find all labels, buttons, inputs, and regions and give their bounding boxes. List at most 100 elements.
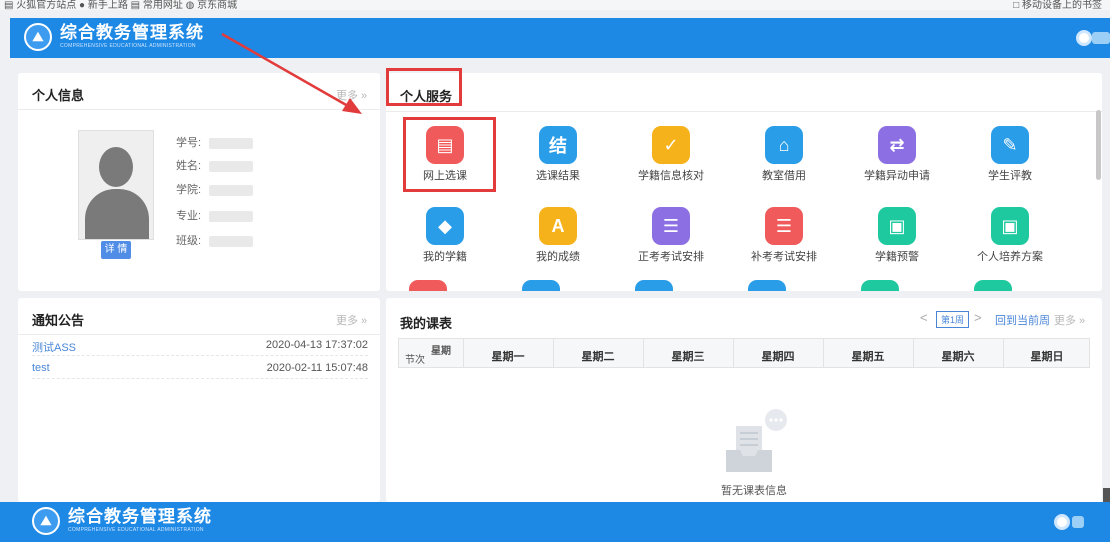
service-icon-partial[interactable] (409, 280, 447, 291)
notice-title[interactable]: 测试ASS (32, 339, 76, 355)
service-classroom[interactable]: ⌂ 教室借用 (729, 126, 839, 183)
service-status-check[interactable]: ✓ 学籍信息核对 (616, 126, 726, 183)
notice-title[interactable]: test (32, 362, 50, 374)
personal-info-panel: 个人信息 更多 » 详 情 学号: 姓名: 学院: 专业: 班级: (18, 73, 380, 291)
grades-icon: A (539, 207, 577, 245)
service-label: 个人培养方案 (977, 251, 1043, 263)
status-warning-icon: ▣ (878, 207, 916, 245)
bookmark-bar: ▤ 火狐官方站点 ● 新手上路 ▤ 常用网址 ◍ 京东商城 □ 移动设备上的书签 (0, 0, 1110, 10)
user-avatar-icon[interactable] (1054, 514, 1070, 530)
college-value (209, 184, 254, 196)
makeup-exam-icon: ☰ (765, 207, 803, 245)
feedback-tab[interactable] (1103, 488, 1110, 502)
service-icon-partial[interactable] (861, 280, 899, 291)
day-header: 星期五 (851, 351, 885, 363)
service-graduation-cap[interactable]: ◆ 我的学籍 (390, 207, 500, 264)
service-training-plan[interactable]: ▣ 个人培养方案 (955, 207, 1065, 264)
exam-schedule-icon: ☰ (652, 207, 690, 245)
empty-tray-icon (726, 409, 787, 472)
course-result-icon: 结 (539, 126, 577, 164)
day-header: 星期六 (941, 351, 975, 363)
user-name-blurred[interactable] (1092, 32, 1110, 44)
bookmark-links[interactable]: ▤ 火狐官方站点 ● 新手上路 ▤ 常用网址 ◍ 京东商城 (4, 0, 237, 10)
student-photo (78, 130, 154, 240)
service-course-result[interactable]: 结选课结果 (503, 126, 613, 183)
service-icon-partial[interactable] (635, 280, 673, 291)
day-header: 星期四 (761, 351, 795, 363)
day-header: 星期一 (491, 351, 525, 363)
service-label: 学生评教 (988, 170, 1032, 182)
graduation-cap-icon: ◆ (426, 207, 464, 245)
day-header: 星期日 (1030, 351, 1064, 363)
student-id-label: 学号: (176, 137, 202, 149)
major-value (209, 210, 254, 222)
divider (386, 111, 1102, 112)
divider (18, 109, 380, 110)
bottom-header: ⛰ 综合教务管理系统 COMPREHENSIVE EDUCATIONAL ADM… (0, 502, 1110, 542)
annotation-box-services-title (386, 68, 462, 106)
day-header: 星期二 (581, 351, 615, 363)
service-label: 学籍异动申请 (864, 170, 930, 182)
service-status-change[interactable]: ⇄ 学籍异动申请 (842, 126, 952, 183)
class-value (209, 235, 254, 247)
notices-more-link[interactable]: 更多 » (336, 312, 367, 328)
service-makeup-exam[interactable]: ☰ 补考考试安排 (729, 207, 839, 264)
prev-week-icon[interactable]: < (920, 310, 928, 325)
detail-button[interactable]: 详 情 (101, 241, 131, 259)
schedule-table-header: 节次 星期 星期一 星期二 星期三 星期四 星期五 星期六 星期日 (398, 338, 1090, 368)
divider (18, 334, 380, 335)
notice-date: 2020-04-13 17:37:02 (265, 339, 368, 351)
college-row: 学院: (176, 181, 254, 197)
current-week-link[interactable]: 回到当前周 (995, 312, 1050, 328)
my-schedule-title: 我的课表 (400, 316, 453, 331)
service-icon-partial[interactable] (748, 280, 786, 291)
system-logo[interactable]: ⛰ 综合教务管理系统 COMPREHENSIVE EDUCATIONAL ADM… (32, 507, 212, 535)
services-scrollbar[interactable] (1096, 110, 1101, 180)
system-subtitle: COMPREHENSIVE EDUCATIONAL ADMINISTRATION (60, 43, 196, 49)
service-label: 学籍信息核对 (638, 170, 704, 182)
personal-info-more-link[interactable]: 更多 » (336, 87, 367, 103)
empty-schedule-text: 暂无课表信息 (721, 485, 787, 497)
system-subtitle: COMPREHENSIVE EDUCATIONAL ADMINISTRATION (68, 527, 204, 533)
top-header: ⛰ 综合教务管理系统 COMPREHENSIVE EDUCATIONAL ADM… (10, 18, 1110, 58)
user-name-blurred[interactable] (1072, 516, 1084, 528)
notices-panel: 通知公告 更多 » 测试ASS 2020-04-13 17:37:02 test… (18, 298, 380, 502)
service-status-warning[interactable]: ▣ 学籍预警 (842, 207, 952, 264)
class-row: 班级: (176, 232, 254, 248)
my-schedule-panel: 我的课表 < 第1周 > 回到当前周 更多 » 节次 星期 星期一 星期二 星期… (386, 298, 1102, 502)
student-id-row: 学号: (176, 134, 254, 150)
next-week-icon[interactable]: > (974, 310, 982, 325)
college-label: 学院: (176, 184, 202, 196)
mobile-bookmarks[interactable]: □ 移动设备上的书签 (1013, 0, 1102, 10)
service-evaluation[interactable]: ✎ 学生评教 (955, 126, 1065, 183)
service-label: 我的学籍 (423, 251, 467, 263)
personal-info-title: 个人信息 (32, 88, 85, 103)
service-exam-schedule[interactable]: ☰ 正考考试安排 (616, 207, 726, 264)
logo-emblem-icon: ⛰ (32, 507, 60, 535)
schedule-more-link[interactable]: 更多 » (1054, 312, 1085, 328)
service-label: 正考考试安排 (638, 251, 704, 263)
major-label: 专业: (176, 210, 202, 222)
service-icon-partial[interactable] (974, 280, 1012, 291)
name-value (209, 160, 254, 172)
service-label: 我的成绩 (536, 251, 580, 263)
status-check-icon: ✓ (652, 126, 690, 164)
system-logo[interactable]: ⛰ 综合教务管理系统 COMPREHENSIVE EDUCATIONAL ADM… (24, 23, 204, 51)
service-label: 学籍预警 (875, 251, 919, 263)
user-avatar-icon[interactable] (1076, 30, 1092, 46)
status-change-icon: ⇄ (878, 126, 916, 164)
logo-emblem-icon: ⛰ (24, 23, 52, 51)
day-header: 星期三 (671, 351, 705, 363)
notices-title: 通知公告 (32, 313, 85, 328)
notice-item[interactable]: 测试ASS 2020-04-13 17:37:02 (32, 336, 368, 356)
notice-item[interactable]: test 2020-02-11 15:07:48 (32, 359, 368, 379)
training-plan-icon: ▣ (991, 207, 1029, 245)
service-icon-partial[interactable] (522, 280, 560, 291)
service-grades[interactable]: A 我的成绩 (503, 207, 613, 264)
name-label: 姓名: (176, 160, 202, 172)
week-indicator[interactable]: 第1周 (936, 311, 970, 328)
service-label: 教室借用 (762, 170, 806, 182)
class-label: 班级: (176, 235, 202, 247)
annotation-box-course-select (403, 117, 496, 192)
system-title: 综合教务管理系统 (68, 507, 212, 527)
